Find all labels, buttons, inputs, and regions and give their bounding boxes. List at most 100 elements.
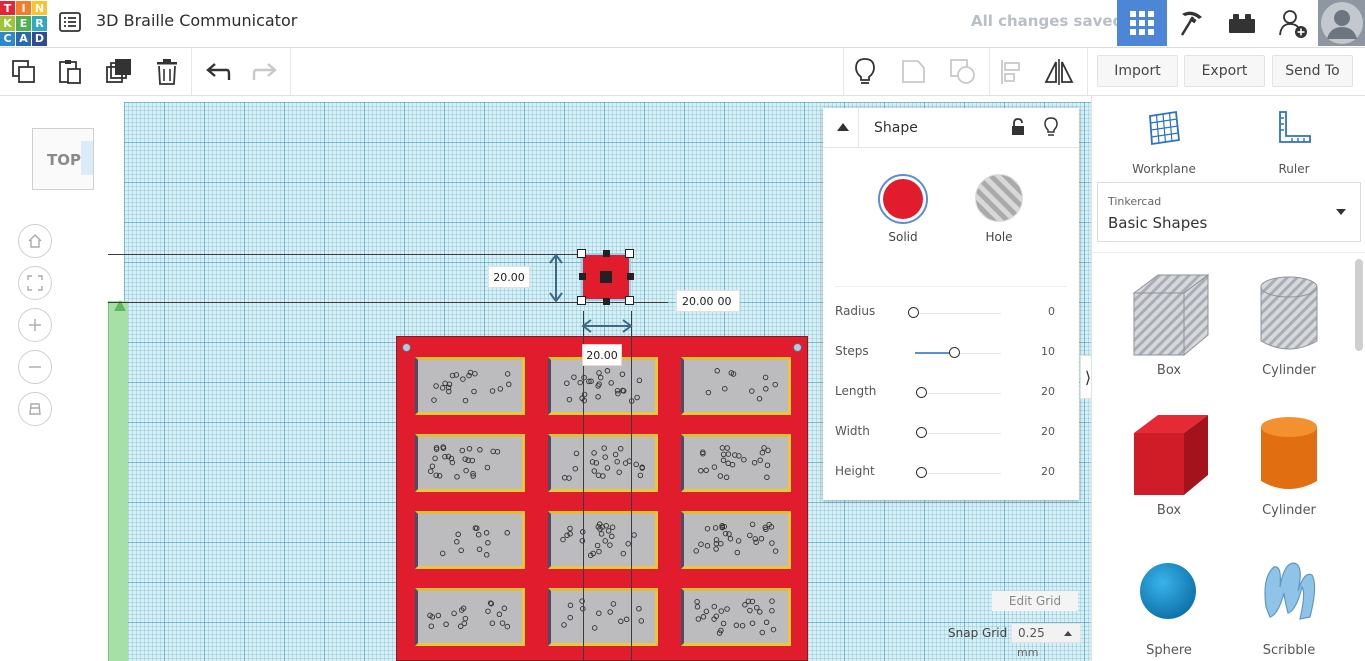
shape-box[interactable]: Box	[1104, 407, 1234, 537]
resize-handle[interactable]	[577, 249, 586, 258]
perspective-toggle-button[interactable]	[18, 392, 52, 426]
resize-handle[interactable]	[625, 296, 634, 305]
delete-button[interactable]	[151, 56, 183, 88]
resize-handle[interactable]	[625, 249, 634, 258]
braille-tile[interactable]	[681, 511, 791, 569]
braille-tile[interactable]	[548, 511, 658, 569]
lightbulb-icon[interactable]	[1044, 117, 1058, 137]
fit-view-button[interactable]	[18, 266, 52, 300]
gallery-scrollbar[interactable]	[1355, 259, 1363, 351]
height-handle[interactable]	[600, 271, 612, 283]
shape-scribble[interactable]: Scribble	[1224, 547, 1354, 661]
bricks-mode-button[interactable]	[1217, 0, 1267, 46]
ungroup-button[interactable]	[947, 56, 979, 88]
resize-handle[interactable]	[577, 296, 586, 305]
snap-grid-unit: mm	[1017, 646, 1039, 659]
cylinder-icon	[1261, 417, 1317, 489]
radius-slider-knob[interactable]	[908, 307, 919, 318]
build-mode-button[interactable]	[1167, 0, 1217, 46]
hole-button[interactable]	[975, 174, 1023, 222]
shape-cylinder[interactable]: Cylinder	[1224, 407, 1354, 537]
shape-label: Cylinder	[1262, 363, 1316, 378]
braille-tile[interactable]	[415, 511, 525, 569]
workplane-tool[interactable]: Workplane	[1114, 106, 1214, 176]
braille-tile[interactable]	[681, 434, 791, 492]
workspace[interactable]: TOP 20.00 20.00 20.00 00 Shape Solid Hol…	[0, 96, 1091, 661]
braille-plate[interactable]	[396, 336, 808, 661]
3d-design-view-button[interactable]	[1117, 0, 1167, 46]
width-dimension-label[interactable]: 20.00	[582, 344, 622, 366]
send-to-button[interactable]: Send To	[1272, 55, 1353, 87]
shape-cylinder-hole[interactable]: Cylinder	[1224, 267, 1354, 397]
height-dimension-label[interactable]: 20.00 0.00	[676, 290, 740, 312]
braille-tile[interactable]	[548, 434, 658, 492]
height-slider-track[interactable]	[915, 473, 1001, 474]
braille-tile[interactable]	[681, 588, 791, 646]
resize-handle[interactable]	[579, 273, 586, 280]
resize-handle[interactable]	[603, 250, 610, 257]
steps-label: Steps	[835, 344, 869, 358]
depth-dimension-label[interactable]: 20.00	[488, 266, 530, 288]
braille-tile[interactable]	[548, 588, 658, 646]
steps-slider-knob[interactable]	[949, 347, 960, 358]
mount-hole	[793, 343, 802, 352]
solid-color-button[interactable]	[878, 174, 928, 224]
height-slider-knob[interactable]	[916, 467, 927, 478]
shapes-panel: Workplane Ruler Tinkercad Basic Shapes B…	[1091, 96, 1365, 661]
user-avatar[interactable]	[1318, 0, 1365, 46]
guide-line	[631, 311, 632, 661]
edit-grid-button[interactable]: Edit Grid	[992, 591, 1078, 611]
plus-icon	[29, 319, 41, 331]
shape-box-hole[interactable]: Box	[1104, 267, 1234, 397]
paste-button[interactable]	[54, 56, 86, 88]
radius-value[interactable]: 0	[1048, 305, 1055, 318]
shape-library-select[interactable]: Tinkercad Basic Shapes	[1097, 182, 1361, 242]
project-title[interactable]: 3D Braille Communicator	[96, 11, 297, 30]
design-menu-button[interactable]	[58, 10, 82, 34]
braille-dots-icon	[439, 525, 510, 558]
shape-gallery[interactable]: Box Cylinder Box Cylinder Sphere Scribbl…	[1092, 252, 1365, 661]
zoom-in-button[interactable]	[18, 308, 52, 342]
width-slider-track[interactable]	[915, 433, 1001, 434]
view-cube[interactable]: TOP	[32, 128, 94, 190]
lock-icon[interactable]	[1010, 118, 1026, 136]
invite-user-button[interactable]	[1268, 0, 1318, 46]
height-value[interactable]: 20	[1041, 465, 1055, 478]
group-icon	[902, 60, 925, 83]
logo-letter: R	[32, 16, 47, 31]
export-button[interactable]: Export	[1184, 55, 1265, 87]
braille-tile[interactable]	[681, 357, 791, 415]
snap-grid-select[interactable]: 0.25	[1011, 623, 1081, 643]
width-slider-knob[interactable]	[916, 427, 927, 438]
length-slider-knob[interactable]	[916, 387, 927, 398]
radius-slider-track[interactable]	[915, 313, 1001, 314]
notes-button[interactable]	[849, 56, 881, 88]
length-value[interactable]: 20	[1041, 385, 1055, 398]
align-button[interactable]	[996, 56, 1028, 88]
steps-value[interactable]: 10	[1041, 345, 1055, 358]
shape-sphere[interactable]: Sphere	[1104, 547, 1234, 661]
import-button[interactable]: Import	[1097, 55, 1178, 87]
ruler-tool[interactable]: Ruler	[1244, 106, 1344, 176]
redo-button[interactable]	[249, 56, 281, 88]
width-value[interactable]: 20	[1041, 425, 1055, 438]
duplicate-button[interactable]	[103, 56, 135, 88]
braille-tile[interactable]	[415, 357, 525, 415]
resize-handle[interactable]	[603, 298, 610, 305]
collapse-panel-button[interactable]: ⟩	[1080, 355, 1091, 399]
braille-tile[interactable]	[415, 588, 525, 646]
undo-button[interactable]	[202, 56, 234, 88]
zoom-out-button[interactable]	[18, 350, 52, 384]
shape-label: Cylinder	[1262, 503, 1316, 518]
braille-tile[interactable]	[415, 434, 525, 492]
collapse-caret-icon[interactable]	[836, 122, 850, 132]
resize-handle[interactable]	[627, 273, 634, 280]
home-view-button[interactable]	[18, 224, 52, 258]
tinkercad-logo[interactable]: T I N K E R C A D	[0, 1, 47, 46]
length-slider-track[interactable]	[915, 393, 1001, 394]
copy-button[interactable]	[8, 56, 40, 88]
lightbulb-icon	[855, 58, 875, 84]
group-button[interactable]	[898, 56, 930, 88]
mirror-button[interactable]	[1043, 56, 1075, 88]
align-icon	[1001, 60, 1020, 84]
